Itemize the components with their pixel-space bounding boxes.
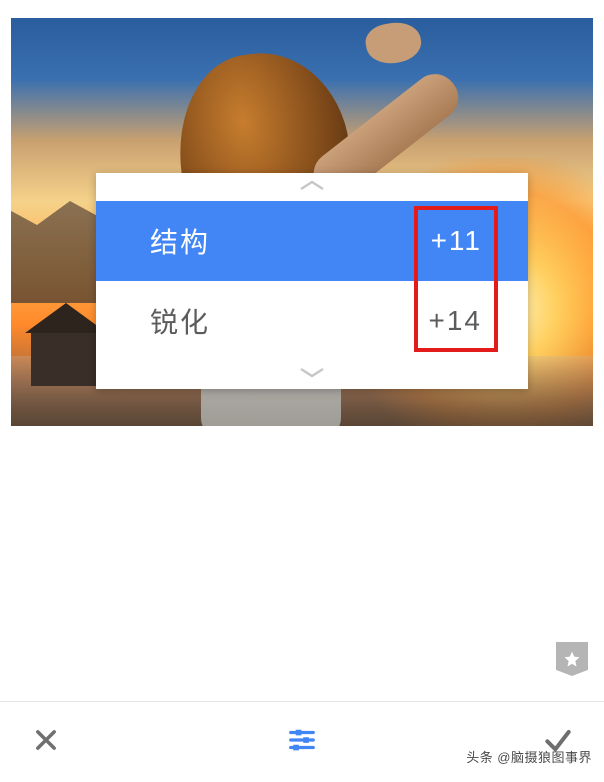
adjustment-panel: 结构 +11 锐化 +14 xyxy=(96,173,528,389)
sliders-icon xyxy=(287,725,317,760)
close-icon xyxy=(32,726,60,759)
param-label: 结构 xyxy=(150,221,210,261)
bottom-toolbar xyxy=(0,701,604,782)
param-row-sharpen[interactable]: 锐化 +14 xyxy=(96,281,528,361)
confirm-button[interactable] xyxy=(534,718,582,766)
param-value: +14 xyxy=(429,305,483,337)
panel-scroll-up[interactable] xyxy=(96,173,528,201)
star-icon xyxy=(563,650,581,668)
param-row-structure[interactable]: 结构 +11 xyxy=(96,201,528,281)
chevron-down-icon xyxy=(299,366,325,384)
param-value: +11 xyxy=(431,225,482,257)
check-icon xyxy=(542,724,574,761)
cancel-button[interactable] xyxy=(22,718,70,766)
param-label: 锐化 xyxy=(150,301,210,341)
adjustments-button[interactable] xyxy=(278,718,326,766)
chevron-up-icon xyxy=(299,178,325,196)
image-preview[interactable]: 结构 +11 锐化 +14 xyxy=(11,18,593,426)
preview-house xyxy=(31,331,101,386)
canvas-empty-area xyxy=(0,426,604,701)
panel-scroll-down[interactable] xyxy=(96,361,528,389)
favorite-preset-button[interactable] xyxy=(556,642,588,676)
top-spacer xyxy=(0,0,604,18)
